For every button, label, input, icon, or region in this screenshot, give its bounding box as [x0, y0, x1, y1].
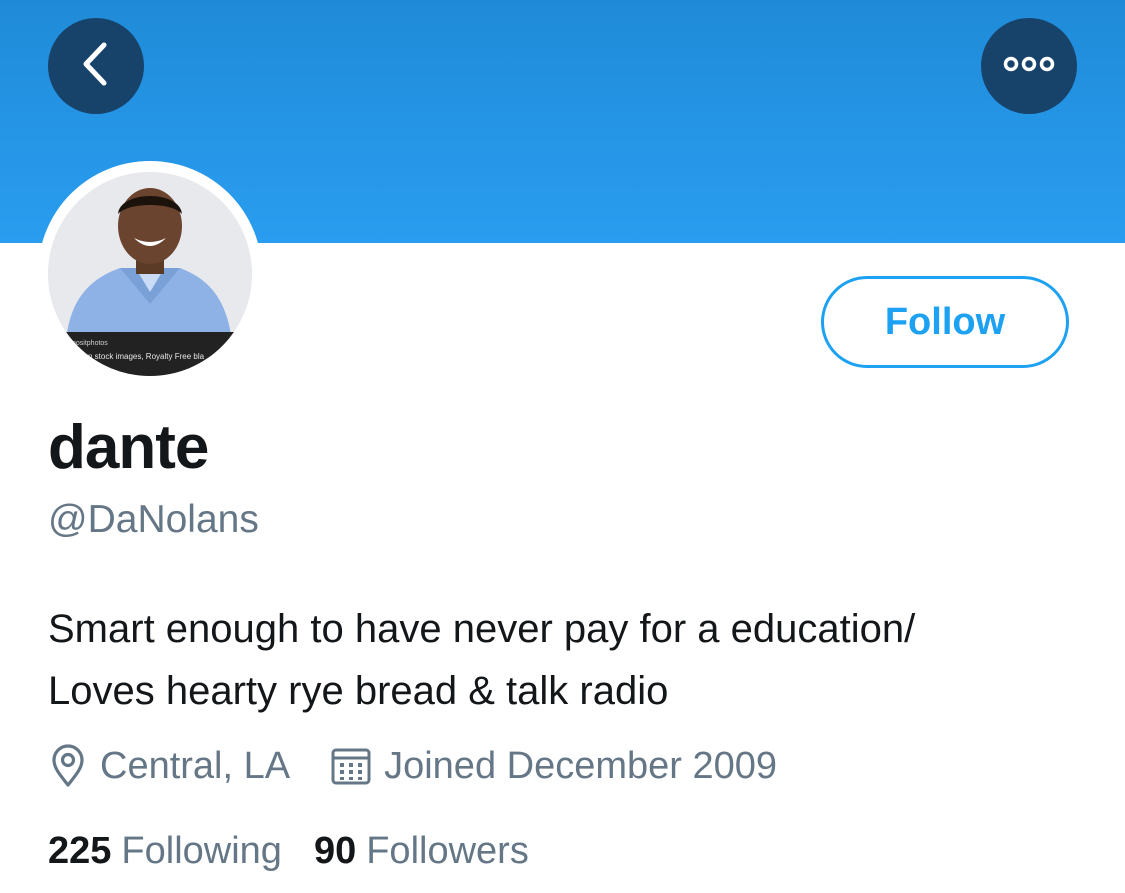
location-item: Central, LA	[48, 744, 290, 788]
watermark-text: n stock images, Royalty Free bla	[88, 352, 205, 361]
joined-text: Joined December 2009	[384, 744, 778, 787]
back-button[interactable]	[48, 18, 144, 114]
more-options-button[interactable]	[981, 18, 1077, 114]
joined-item: Joined December 2009	[330, 745, 777, 788]
user-handle: @DaNolans	[48, 498, 259, 541]
following-label: Following	[121, 829, 282, 872]
display-name: dante	[48, 413, 209, 482]
follow-stats: 225 Following 90 Followers	[48, 826, 529, 876]
following-stat[interactable]: 225 Following	[48, 830, 282, 873]
calendar-icon	[330, 746, 372, 786]
bio-line: Smart enough to have never pay for a edu…	[48, 607, 916, 651]
profile-meta: Central, LA Joined December 2009	[48, 742, 777, 790]
profile-bio: Smart enough to have never pay for a edu…	[48, 598, 1088, 722]
location-pin-icon	[48, 744, 88, 788]
followers-label: Followers	[366, 829, 529, 872]
bio-line: Loves hearty rye bread & talk radio	[48, 669, 669, 713]
chevron-left-icon	[76, 41, 116, 92]
follow-button[interactable]: Follow	[821, 276, 1069, 368]
avatar-watermark: positphotos n stock images, Royalty Free…	[48, 332, 252, 376]
watermark-brand: positphotos	[72, 340, 108, 347]
avatar[interactable]: positphotos n stock images, Royalty Free…	[48, 172, 252, 376]
followers-stat[interactable]: 90 Followers	[314, 830, 529, 873]
following-count: 225	[48, 829, 112, 872]
followers-count: 90	[313, 829, 357, 872]
more-horizontal-icon	[1003, 56, 1055, 77]
location-text: Central, LA	[100, 744, 291, 787]
